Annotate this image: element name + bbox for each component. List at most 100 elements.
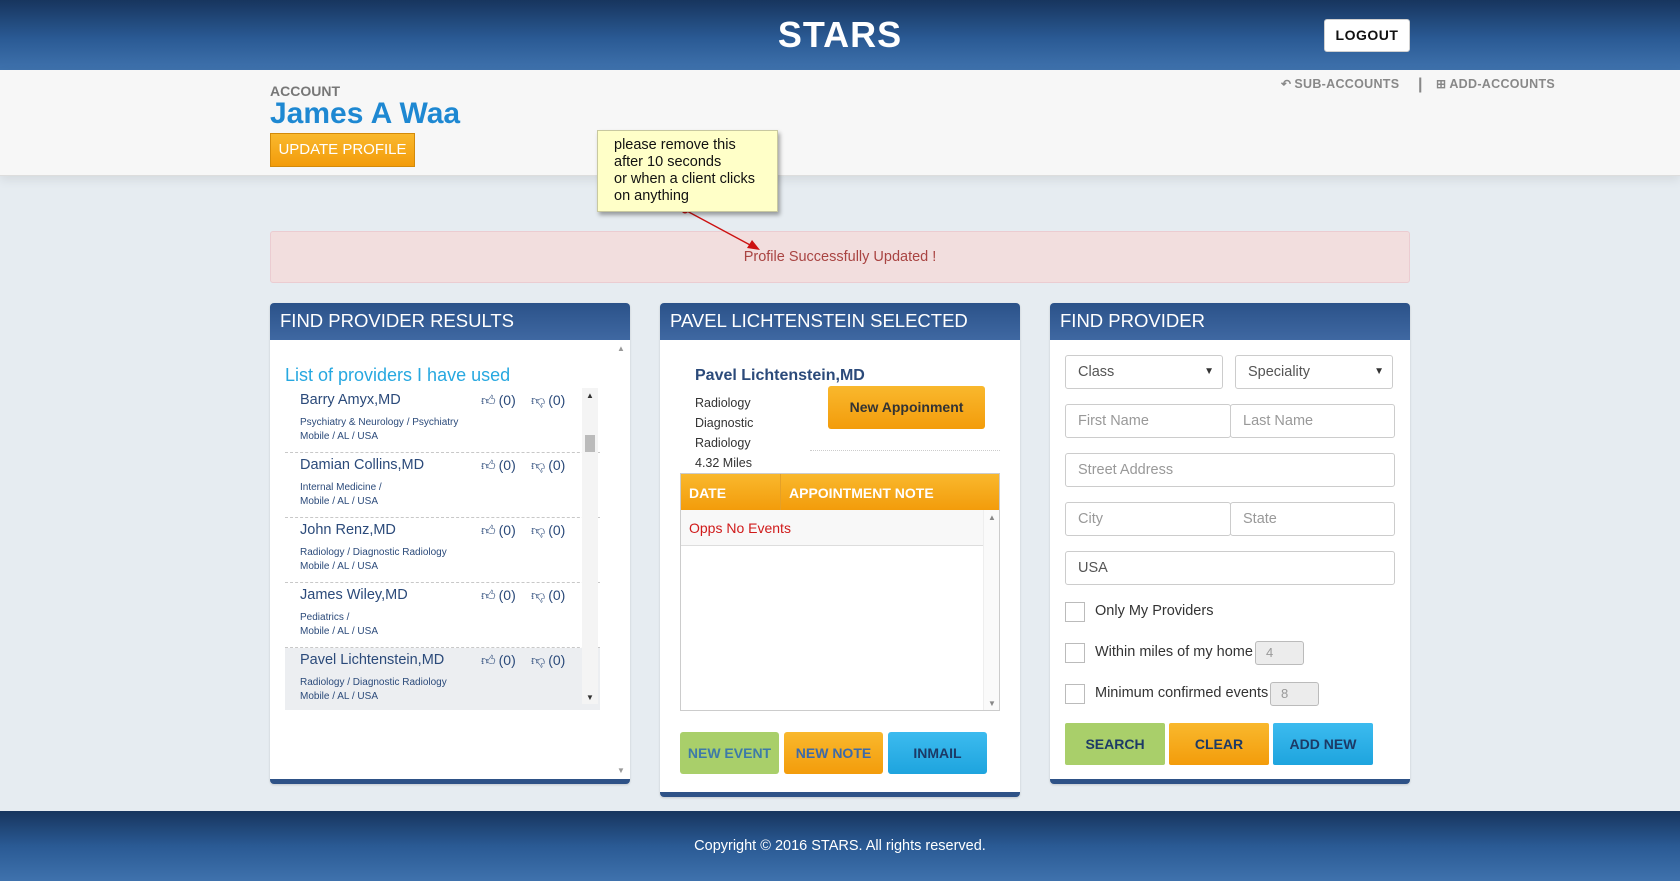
selected-provider-name[interactable]: Pavel Lichtenstein,MD xyxy=(695,367,865,385)
provider-specialty: Internal Medicine / xyxy=(300,482,382,493)
provider-name[interactable]: John Renz,MD xyxy=(300,522,396,538)
dislike-button[interactable]: 👎︎ (0) xyxy=(531,457,565,474)
new-note-button[interactable]: NEW NOTE xyxy=(784,732,883,774)
provider-specialty: Pediatrics / xyxy=(300,612,350,623)
alert-message: Profile Successfully Updated ! xyxy=(743,249,937,265)
add-new-button[interactable]: ADD NEW xyxy=(1273,723,1373,765)
city-field[interactable]: City xyxy=(1065,502,1231,536)
results-list-title: List of providers I have used xyxy=(285,365,511,385)
only-my-providers-label: Only My Providers xyxy=(1095,603,1214,619)
provider-item[interactable]: Barry Amyx,MD 👍︎ (0) 👎︎ (0) Psychiatry & N… xyxy=(285,388,600,453)
dislike-count: (0) xyxy=(548,587,566,603)
sticky-note: please remove this after 10 seconds or w… xyxy=(597,130,778,212)
dislike-button[interactable]: 👎︎ (0) xyxy=(531,652,565,669)
provider-name[interactable]: Pavel Lichtenstein,MD xyxy=(300,652,444,668)
results-panel: FIND PROVIDER RESULTS List of providers … xyxy=(270,303,630,784)
sub-accounts-link[interactable]: ↶ SUB-ACCOUNTS xyxy=(1281,77,1399,91)
class-select[interactable]: Class ▼ xyxy=(1065,355,1223,389)
dislike-count: (0) xyxy=(548,522,566,538)
provider-name[interactable]: Barry Amyx,MD xyxy=(300,392,401,408)
like-count: (0) xyxy=(498,522,516,538)
like-button[interactable]: 👍︎ (0) xyxy=(481,457,516,474)
provider-name[interactable]: James Wiley,MD xyxy=(300,587,408,603)
sub-accounts-label: SUB-ACCOUNTS xyxy=(1294,77,1400,91)
chevron-down-icon: ▼ xyxy=(1374,366,1384,377)
scroll-up-arrow[interactable]: ▲ xyxy=(586,391,594,400)
speciality-select-value: Speciality xyxy=(1248,364,1311,380)
thumbs-up-icon: 👍︎ xyxy=(481,522,496,538)
first-name-field[interactable]: First Name xyxy=(1065,404,1231,438)
provider-location: Mobile / AL / USA xyxy=(300,496,378,507)
copyright-text: Copyright © 2016 STARS. All rights reser… xyxy=(694,838,986,854)
provider-name[interactable]: Damian Collins,MD xyxy=(300,457,424,473)
within-miles-checkbox[interactable] xyxy=(1065,643,1085,663)
provider-specialty: Radiology / Diagnostic Radiology xyxy=(300,677,447,688)
note-line: or when a client clicks xyxy=(614,171,756,187)
provider-location: Mobile / AL / USA xyxy=(300,691,378,702)
provider-list-scrollbar[interactable]: ▲ ▼ xyxy=(582,388,598,704)
chevron-down-icon: ▼ xyxy=(1204,366,1214,377)
like-button[interactable]: 👍︎ (0) xyxy=(481,392,516,409)
panel-scrollbar[interactable]: ▲ ▼ xyxy=(614,340,628,777)
thumbs-down-icon: 👎︎ xyxy=(531,587,546,603)
thumbs-down-icon: 👎︎ xyxy=(531,652,546,668)
events-table: DATE APPOINTMENT NOTE Opps No Events ▲ ▼ xyxy=(680,473,1000,711)
provider-list: Barry Amyx,MD 👍︎ (0) 👎︎ (0) Psychiatry & N… xyxy=(285,388,600,710)
search-button[interactable]: SEARCH xyxy=(1065,723,1165,765)
min-events-checkbox[interactable] xyxy=(1065,684,1085,704)
country-field[interactable]: USA xyxy=(1065,551,1395,585)
last-name-field[interactable]: Last Name xyxy=(1230,404,1395,438)
selected-info-line: Radiology xyxy=(695,396,751,410)
results-header: FIND PROVIDER RESULTS xyxy=(270,303,630,340)
add-accounts-link[interactable]: ⊞ ADD-ACCOUNTS xyxy=(1436,77,1555,91)
note-line: please remove this xyxy=(614,137,736,153)
note-line: on anything xyxy=(614,188,689,204)
new-appointment-button[interactable]: New Appoinment xyxy=(828,386,985,429)
min-events-label: Minimum confirmed events xyxy=(1095,685,1269,701)
provider-location: Mobile / AL / USA xyxy=(300,431,378,442)
provider-specialty: Radiology / Diagnostic Radiology xyxy=(300,547,447,558)
min-events-input[interactable]: 8 xyxy=(1270,682,1319,706)
top-bar: STARS LOGOUT xyxy=(0,0,1680,70)
scroll-thumb[interactable] xyxy=(585,435,595,452)
scroll-down-arrow[interactable]: ▼ xyxy=(586,693,594,702)
thumbs-down-icon: 👎︎ xyxy=(531,522,546,538)
thumbs-up-icon: 👍︎ xyxy=(481,457,496,473)
events-scrollbar[interactable]: ▲ ▼ xyxy=(983,510,999,710)
account-name: James A Waa xyxy=(270,97,461,130)
note-line: after 10 seconds xyxy=(614,154,722,170)
logout-button[interactable]: LOGOUT xyxy=(1324,19,1410,52)
add-accounts-label: ADD-ACCOUNTS xyxy=(1449,77,1556,91)
update-profile-button[interactable]: UPDATE PROFILE xyxy=(270,133,415,167)
column-divider xyxy=(780,474,781,510)
speciality-select[interactable]: Speciality ▼ xyxy=(1235,355,1393,389)
scroll-up-arrow[interactable]: ▲ xyxy=(617,344,625,353)
dislike-button[interactable]: 👎︎ (0) xyxy=(531,522,565,539)
state-field[interactable]: State xyxy=(1230,502,1395,536)
dislike-button[interactable]: 👎︎ (0) xyxy=(531,392,565,409)
selected-distance: 4.32 Miles xyxy=(695,456,752,470)
scroll-down-arrow[interactable]: ▼ xyxy=(988,699,996,708)
only-my-providers-checkbox[interactable] xyxy=(1065,602,1085,622)
like-count: (0) xyxy=(498,587,516,603)
street-address-field[interactable]: Street Address xyxy=(1065,453,1395,487)
inmail-button[interactable]: INMAIL xyxy=(888,732,987,774)
provider-item-selected[interactable]: Pavel Lichtenstein,MD 👍︎ (0) 👎︎ (0) Radiol… xyxy=(285,648,600,710)
like-button[interactable]: 👍︎ (0) xyxy=(481,587,516,604)
plus-square-icon: ⊞ xyxy=(1436,77,1447,91)
miles-input[interactable]: 4 xyxy=(1255,641,1304,665)
dislike-button[interactable]: 👎︎ (0) xyxy=(531,587,565,604)
provider-item[interactable]: John Renz,MD 👍︎ (0) 👎︎ (0) Radiology / Dia… xyxy=(285,518,600,583)
provider-item[interactable]: James Wiley,MD 👍︎ (0) 👎︎ (0) Pediatrics / … xyxy=(285,583,600,648)
provider-location: Mobile / AL / USA xyxy=(300,561,378,572)
clear-button[interactable]: CLEAR xyxy=(1169,723,1269,765)
success-alert: Profile Successfully Updated ! xyxy=(270,231,1410,283)
like-button[interactable]: 👍︎ (0) xyxy=(481,522,516,539)
scroll-up-arrow[interactable]: ▲ xyxy=(988,513,996,522)
new-event-button[interactable]: NEW EVENT xyxy=(680,732,779,774)
like-button[interactable]: 👍︎ (0) xyxy=(481,652,516,669)
provider-item[interactable]: Damian Collins,MD 👍︎ (0) 👎︎ (0) Internal M… xyxy=(285,453,600,518)
like-count: (0) xyxy=(498,457,516,473)
col-date: DATE xyxy=(689,485,727,501)
scroll-down-arrow[interactable]: ▼ xyxy=(617,766,625,775)
